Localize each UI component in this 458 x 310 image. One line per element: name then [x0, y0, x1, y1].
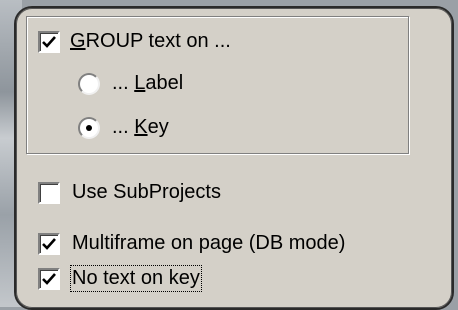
radio-key-text: ... Key	[112, 116, 169, 138]
use-subprojects-checkbox[interactable]	[38, 181, 60, 204]
use-subprojects-label: Use SubProjects	[72, 181, 221, 203]
check-mark-icon	[42, 272, 56, 285]
check-mark-icon	[42, 35, 56, 48]
options-panel: GROUP text on ... ... Label ... Key Use …	[14, 6, 454, 310]
radio-label-text: ... Label	[112, 72, 184, 94]
no-text-on-key-checkbox[interactable]	[38, 267, 60, 290]
multiframe-checkbox[interactable]	[38, 232, 60, 255]
radio-label-button[interactable]	[78, 72, 100, 95]
radio-label-option[interactable]: ... Label	[78, 72, 183, 95]
use-subprojects-option[interactable]: Use SubProjects	[38, 181, 221, 204]
multiframe-option[interactable]: Multiframe on page (DB mode)	[38, 232, 345, 255]
group-text-checkbox[interactable]	[38, 30, 60, 53]
no-text-on-key-option[interactable]: No text on key	[38, 265, 202, 292]
radio-key-button[interactable]	[78, 116, 100, 139]
multiframe-label: Multiframe on page (DB mode)	[72, 232, 346, 254]
check-mark-icon	[42, 237, 56, 250]
group-text-label: GROUP text on ...	[70, 30, 231, 52]
radio-key-option[interactable]: ... Key	[78, 116, 169, 139]
group-text-option[interactable]: GROUP text on ...	[38, 30, 231, 53]
no-text-on-key-label: No text on key	[70, 265, 202, 292]
radio-dot-icon	[86, 124, 92, 131]
